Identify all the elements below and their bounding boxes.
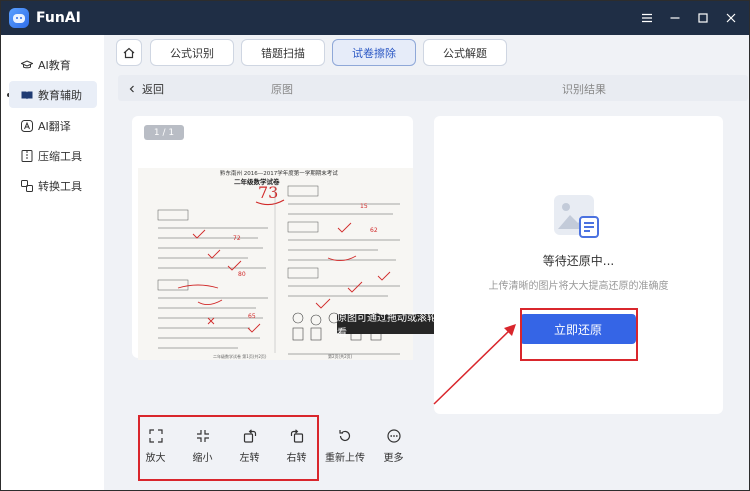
zoom-in-icon — [148, 428, 163, 443]
image-toolbar: 放大 缩小 左转 右转 重新上传 更多 — [132, 418, 417, 478]
exam-score: 73 — [258, 183, 278, 202]
sidebar-item-ai-translate[interactable]: AI翻译 — [9, 112, 97, 139]
app-logo-icon — [9, 8, 29, 28]
window-controls — [633, 1, 745, 35]
graduation-cap-icon — [21, 59, 33, 71]
home-icon — [123, 47, 135, 58]
reupload-icon — [339, 429, 351, 441]
sidebar: AI教育 教育辅助 AI翻译 压缩工具 转换工具 — [1, 35, 104, 490]
rotate-right-icon — [290, 428, 303, 443]
rotate-right-button[interactable]: 右转 — [273, 418, 320, 474]
app-name: FunAI — [36, 10, 81, 26]
minimize-icon[interactable] — [661, 1, 689, 35]
tool-label: 放大 — [145, 452, 166, 464]
sidebar-item-convert-tools[interactable]: 转换工具 — [9, 172, 97, 199]
tab-exam-erase[interactable]: 试卷擦除 — [332, 39, 416, 66]
sidebar-item-compress-tools[interactable]: 压缩工具 — [9, 142, 97, 169]
sidebar-item-label: 教育辅助 — [38, 88, 82, 102]
app-window: FunAI AI教育 教育辅助 AI翻译 压缩工具 转换工具 公式识别 错题扫描… — [0, 0, 750, 491]
sub-header: 返回 原图 识别结果 — [118, 75, 748, 101]
annotation-arrow — [433, 324, 516, 405]
tool-label: 缩小 — [192, 452, 213, 464]
chevron-left-icon — [129, 85, 134, 93]
zoom-out-button[interactable]: 缩小 — [179, 418, 226, 474]
svg-text:二年级数学试卷 第1页(共2页): 二年级数学试卷 第1页(共2页) — [213, 353, 267, 359]
back-button[interactable]: 返回 — [128, 81, 164, 97]
image-placeholder-icon — [554, 195, 599, 238]
waiting-status: 等待还原中... — [542, 254, 615, 268]
svg-text:80: 80 — [238, 271, 246, 278]
sidebar-item-label: AI翻译 — [38, 119, 71, 133]
rotate-left-icon — [243, 428, 256, 443]
close-icon[interactable] — [717, 1, 745, 35]
sidebar-item-label: AI教育 — [38, 58, 71, 72]
book-icon — [21, 89, 33, 101]
original-label: 原图 — [271, 83, 293, 96]
svg-text:第2页(共2页): 第2页(共2页) — [328, 353, 353, 359]
more-icon — [386, 428, 401, 443]
tab-formula-recognition[interactable]: 公式识别 — [150, 39, 234, 66]
svg-text:15: 15 — [360, 203, 368, 210]
tool-label: 更多 — [383, 452, 404, 464]
menu-icon[interactable] — [633, 1, 661, 35]
sidebar-item-ai-education[interactable]: AI教育 — [9, 51, 97, 78]
maximize-icon[interactable] — [689, 1, 717, 35]
sidebar-item-label: 压缩工具 — [38, 149, 82, 163]
annotation-box-restore — [520, 308, 638, 361]
title-bar: FunAI — [1, 1, 749, 35]
exam-header: 黔东南州 2016—2017学年度第一学期期末考试 — [220, 169, 338, 177]
upload-tip: 上传清晰的图片将大大提高还原的准确度 — [488, 281, 669, 292]
tool-label: 左转 — [239, 452, 260, 464]
back-label: 返回 — [142, 83, 164, 96]
more-button[interactable]: 更多 — [370, 418, 417, 474]
svg-text:62: 62 — [370, 227, 378, 234]
svg-text:72: 72 — [233, 235, 241, 242]
result-label: 识别结果 — [562, 83, 606, 96]
tab-formula-solving[interactable]: 公式解题 — [423, 39, 507, 66]
sidebar-item-education-assist[interactable]: 教育辅助 — [9, 81, 97, 108]
function-tabs: 公式识别 错题扫描 试卷擦除 公式解题 — [116, 39, 514, 67]
convert-icon — [21, 179, 33, 192]
sidebar-item-label: 转换工具 — [38, 179, 82, 193]
tool-label: 右转 — [286, 452, 307, 464]
home-button[interactable] — [116, 39, 142, 66]
main-content: 公式识别 错题扫描 试卷擦除 公式解题 返回 原图 识别结果 1 / 1 黔东南… — [104, 35, 749, 490]
tool-label: 重新上传 — [325, 452, 365, 464]
reupload-button[interactable]: 重新上传 — [320, 418, 370, 474]
rotate-left-button[interactable]: 左转 — [226, 418, 273, 474]
original-preview-panel[interactable]: 1 / 1 黔东南州 2016—2017学年度第一学期期末考试 二年级数学试卷 … — [132, 116, 476, 360]
translate-icon — [21, 119, 33, 132]
zoom-in-button[interactable]: 放大 — [132, 418, 179, 474]
page-indicator: 1 / 1 — [144, 125, 184, 140]
compress-icon — [21, 149, 33, 162]
tab-wrong-question-scan[interactable]: 错题扫描 — [241, 39, 325, 66]
zoom-out-icon — [196, 429, 209, 442]
svg-text:65: 65 — [248, 313, 256, 320]
